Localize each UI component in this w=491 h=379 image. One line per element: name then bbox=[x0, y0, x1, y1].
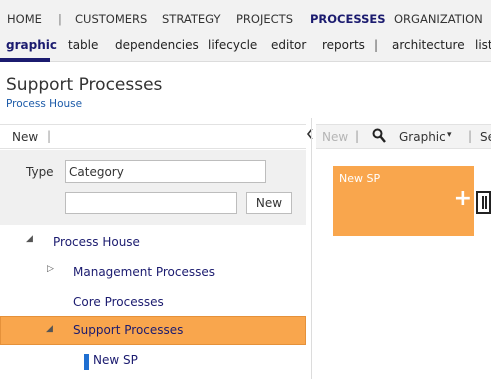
tab-list[interactable]: list bbox=[475, 38, 491, 52]
tree-item-core-processes[interactable]: Core Processes bbox=[0, 288, 306, 318]
tab-architecture[interactable]: architecture bbox=[392, 38, 465, 52]
tree-item-label: Process House bbox=[53, 235, 140, 249]
nav-strategy[interactable]: STRATEGY bbox=[162, 12, 220, 26]
collapse-toggle-icon[interactable]: ▷ bbox=[47, 264, 54, 274]
resize-handle-icon[interactable] bbox=[476, 191, 491, 214]
panel-divider[interactable] bbox=[311, 118, 312, 379]
process-box-title: New SP bbox=[339, 172, 381, 185]
type-field[interactable] bbox=[65, 160, 266, 183]
graphic-toolbar: New | Graphic ▾ | Se bbox=[316, 124, 491, 149]
zoom-icon[interactable] bbox=[372, 128, 386, 144]
nav-separator: | bbox=[58, 12, 62, 26]
tab-table[interactable]: table bbox=[68, 38, 98, 52]
expand-toggle-icon[interactable]: ◢ bbox=[26, 234, 33, 244]
tree-item-management-processes[interactable]: ▷ Management Processes bbox=[0, 258, 306, 288]
nav-processes[interactable]: PROCESSES bbox=[310, 12, 386, 26]
tree-item-new-sp[interactable]: New SP bbox=[0, 346, 306, 376]
toolbar-next-item[interactable]: Se bbox=[480, 130, 491, 144]
item-marker bbox=[84, 354, 89, 370]
toolbar-separator: | bbox=[47, 129, 52, 143]
view-dropdown[interactable]: Graphic bbox=[399, 130, 446, 144]
top-navigation: HOME | CUSTOMERS STRATEGY PROJECTS PROCE… bbox=[0, 0, 491, 62]
tree-item-label: Management Processes bbox=[73, 265, 216, 279]
tree-item-process-house[interactable]: ◢ Process House bbox=[0, 228, 306, 258]
chevron-down-icon[interactable]: ▾ bbox=[447, 130, 452, 140]
process-box-new-sp[interactable]: New SP + bbox=[333, 166, 474, 236]
tree-item-label: Core Processes bbox=[73, 295, 164, 309]
tab-editor[interactable]: editor bbox=[271, 38, 306, 52]
new-button[interactable]: New bbox=[12, 130, 38, 144]
sub-nav-separator: | bbox=[374, 38, 379, 52]
breadcrumb[interactable]: Process House bbox=[6, 98, 82, 110]
tab-graphic[interactable]: graphic bbox=[6, 38, 57, 52]
nav-home[interactable]: HOME bbox=[7, 12, 42, 26]
search-input[interactable] bbox=[65, 192, 237, 214]
nav-customers[interactable]: CUSTOMERS bbox=[75, 12, 147, 26]
left-toolbar: New | bbox=[0, 124, 306, 149]
active-tab-indicator bbox=[0, 58, 50, 62]
nav-projects[interactable]: PROJECTS bbox=[236, 12, 293, 26]
toolbar-separator: | bbox=[468, 129, 473, 143]
add-icon[interactable]: + bbox=[454, 188, 472, 210]
type-label: Type bbox=[26, 165, 54, 179]
tree-item-label: Support Processes bbox=[73, 323, 184, 337]
tab-lifecycle[interactable]: lifecycle bbox=[208, 38, 257, 52]
expand-toggle-icon[interactable]: ◢ bbox=[46, 324, 53, 334]
nav-organization[interactable]: ORGANIZATION bbox=[394, 12, 483, 26]
filter-new-button[interactable]: New bbox=[246, 192, 292, 214]
tab-reports[interactable]: reports bbox=[322, 38, 365, 52]
graphic-new-button[interactable]: New bbox=[322, 130, 348, 144]
tree-item-support-processes[interactable]: ◢ Support Processes bbox=[0, 316, 306, 345]
chevron-left-icon[interactable] bbox=[304, 128, 316, 142]
page-title: Support Processes bbox=[6, 75, 163, 95]
filter-panel: Type New bbox=[0, 150, 306, 225]
tree-item-label: New SP bbox=[93, 353, 138, 367]
tab-dependencies[interactable]: dependencies bbox=[115, 38, 199, 52]
toolbar-separator: | bbox=[355, 129, 360, 143]
